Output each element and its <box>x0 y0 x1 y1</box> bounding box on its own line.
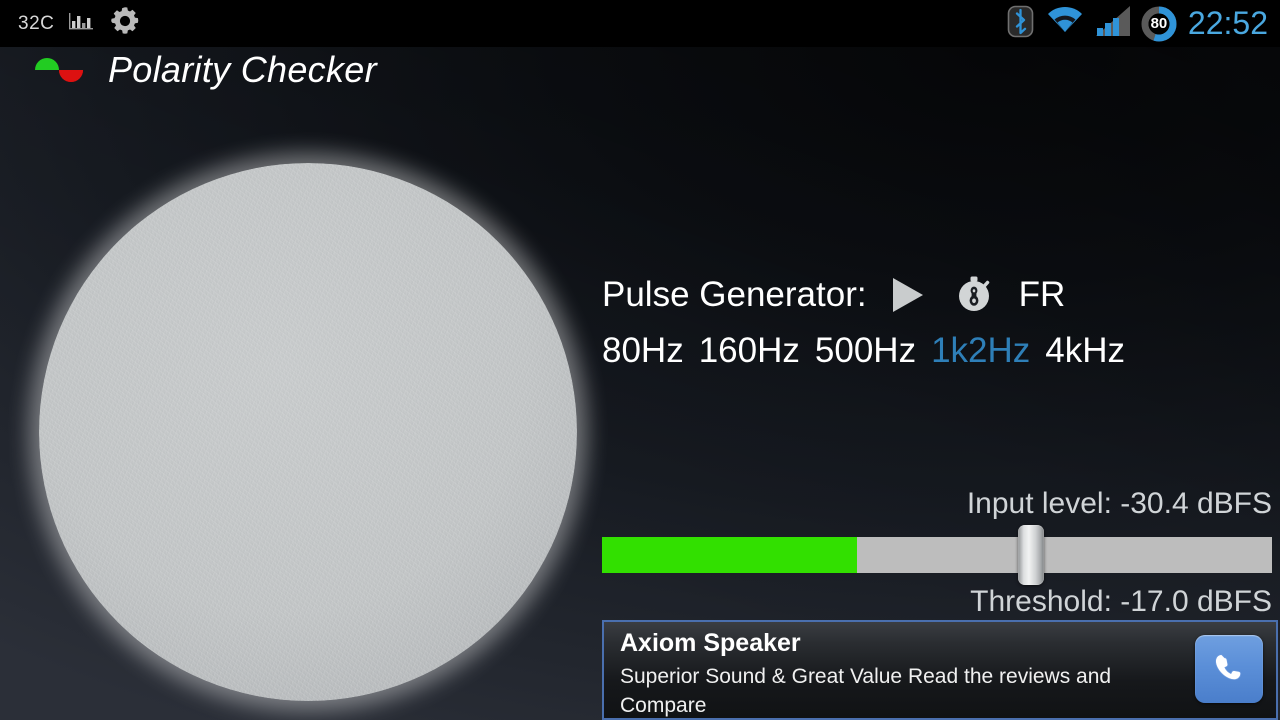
cellular-signal-icon <box>1095 6 1130 41</box>
level-meter-slider[interactable] <box>602 525 1272 585</box>
battery-percent-label: 80 <box>1150 15 1168 32</box>
equalizer-icon <box>68 10 94 37</box>
frequency-option-160hz[interactable]: 160Hz <box>699 331 800 371</box>
ad-headline: Axiom Speaker <box>620 629 801 657</box>
level-meter-fill <box>602 537 857 573</box>
battery-indicator: 80 <box>1141 6 1177 42</box>
threshold-label: Threshold: -17.0 dBFS <box>970 585 1272 618</box>
polarity-circle-disc <box>39 163 577 701</box>
frequency-selector: 80Hz 160Hz 500Hz 1k2Hz 4kHz <box>602 331 1125 371</box>
frequency-option-4khz[interactable]: 4kHz <box>1045 331 1125 371</box>
page-title: Polarity Checker <box>108 49 377 90</box>
frequency-option-80hz[interactable]: 80Hz <box>602 331 684 371</box>
stopwatch-icon[interactable] <box>951 272 997 318</box>
pulse-generator-label: Pulse Generator: <box>602 275 867 314</box>
status-bar: 32C 80 22:52 <box>0 0 1280 47</box>
channel-label[interactable]: FR <box>1019 275 1066 315</box>
phone-icon[interactable] <box>1195 635 1263 703</box>
pulse-generator-row: Pulse Generator: FR <box>602 272 1065 318</box>
play-icon[interactable] <box>883 272 929 318</box>
gear-icon[interactable] <box>108 4 142 43</box>
threshold-slider-thumb[interactable] <box>1017 525 1044 585</box>
frequency-option-1k2hz[interactable]: 1k2Hz <box>931 331 1030 371</box>
status-bar-right: 80 22:52 <box>1007 0 1268 47</box>
bluetooth-icon <box>1007 5 1034 43</box>
status-bar-left: 32C <box>18 0 142 47</box>
input-level-label: Input level: -30.4 dBFS <box>966 487 1272 520</box>
wifi-icon <box>1045 6 1085 41</box>
ad-body-text: Superior Sound & Great Value Read the re… <box>620 665 1112 717</box>
status-bar-clock: 22:52 <box>1187 5 1268 41</box>
frequency-option-500hz[interactable]: 500Hz <box>815 331 916 371</box>
temperature-indicator: 32C <box>18 12 55 34</box>
polarity-waveform-icon <box>33 52 85 86</box>
app-title-bar: Polarity Checker <box>0 47 1280 112</box>
polarity-indicator-circle[interactable] <box>8 132 608 720</box>
app-screen: 32C 80 22:52 Polarity Checker Pulse Gene… <box>0 0 1280 720</box>
ad-banner[interactable]: Axiom Speaker Superior Sound & Great Val… <box>602 620 1278 720</box>
